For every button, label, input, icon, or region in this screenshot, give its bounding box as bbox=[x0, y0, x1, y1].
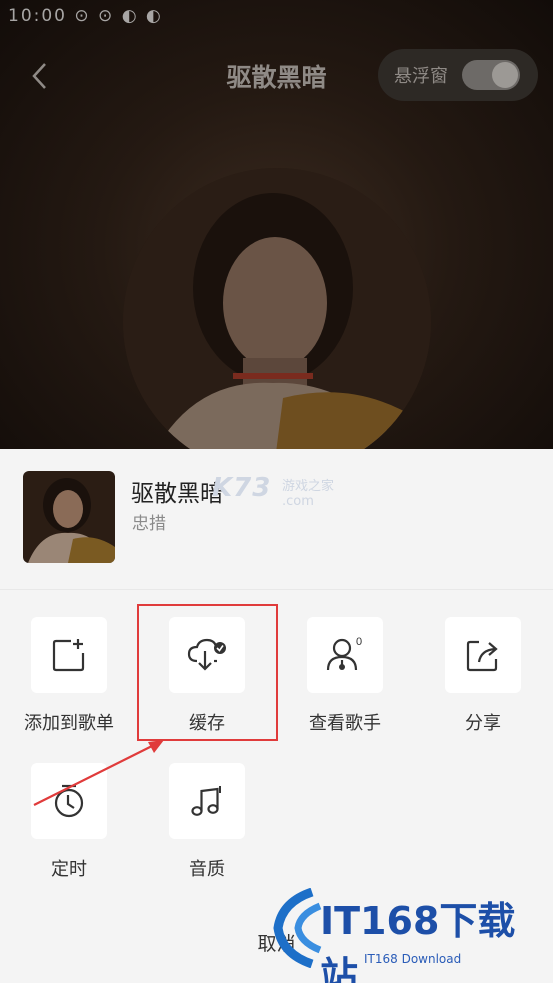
album-cover-art bbox=[123, 168, 431, 476]
share-tile[interactable] bbox=[445, 617, 521, 693]
view-singer-button[interactable]: 0 查看歌手 bbox=[290, 617, 400, 735]
k73-watermark-sub: 游戏之家 .com bbox=[282, 475, 334, 509]
add-to-playlist-tile[interactable] bbox=[31, 617, 107, 693]
k73-watermark-sub-line: 游戏之家 bbox=[282, 479, 335, 494]
k73-watermark-sub-line: .com bbox=[282, 494, 314, 509]
float-window-control: 悬浮窗 bbox=[378, 49, 538, 101]
add-to-playlist-button[interactable]: 添加到歌单 bbox=[14, 617, 124, 735]
cover-thumbnail-art bbox=[23, 471, 115, 563]
add-to-playlist-label: 添加到歌单 bbox=[24, 713, 114, 734]
sound-quality-tile[interactable] bbox=[169, 763, 245, 839]
player-background: 10:00 ⊙ ⊙ ◐ ◐ 驱散黑暗 悬浮窗 bbox=[0, 0, 553, 476]
share-icon bbox=[466, 640, 498, 672]
music-note-icon bbox=[191, 786, 221, 816]
it168-watermark: IT168下载站 IT168 Download bbox=[272, 884, 553, 983]
song-title: 驱散黑暗 bbox=[131, 481, 223, 507]
it168-watermark-subtext: IT168 Download bbox=[364, 952, 462, 966]
highlight-box bbox=[137, 604, 278, 741]
singer-icon: 0 bbox=[326, 636, 362, 671]
divider bbox=[0, 589, 553, 590]
toggle-knob bbox=[492, 62, 518, 88]
float-window-label: 悬浮窗 bbox=[394, 66, 448, 87]
annotation-arrow bbox=[33, 740, 164, 806]
view-singer-label: 查看歌手 bbox=[309, 713, 381, 734]
float-window-toggle[interactable] bbox=[462, 60, 520, 90]
song-cover-thumbnail bbox=[23, 471, 115, 563]
share-label: 分享 bbox=[465, 713, 501, 734]
add-to-playlist-icon bbox=[52, 639, 85, 672]
view-singer-tile[interactable]: 0 bbox=[307, 617, 383, 693]
singer-badge: 0 bbox=[356, 636, 362, 648]
album-disc bbox=[123, 168, 431, 476]
sound-quality-label: 音质 bbox=[189, 859, 225, 880]
k73-watermark: K73 bbox=[212, 473, 272, 503]
status-bar: 10:00 ⊙ ⊙ ◐ ◐ bbox=[0, 0, 553, 34]
song-header: 驱散黑暗 忠措 K73 游戏之家 .com bbox=[0, 449, 553, 589]
song-artist: 忠措 bbox=[132, 514, 166, 534]
it168-watermark-text: IT168下载站 bbox=[320, 899, 516, 983]
timer-label: 定时 bbox=[51, 859, 87, 880]
share-button[interactable]: 分享 bbox=[428, 617, 538, 735]
status-bar-text: 10:00 ⊙ ⊙ ◐ ◐ bbox=[8, 6, 163, 26]
